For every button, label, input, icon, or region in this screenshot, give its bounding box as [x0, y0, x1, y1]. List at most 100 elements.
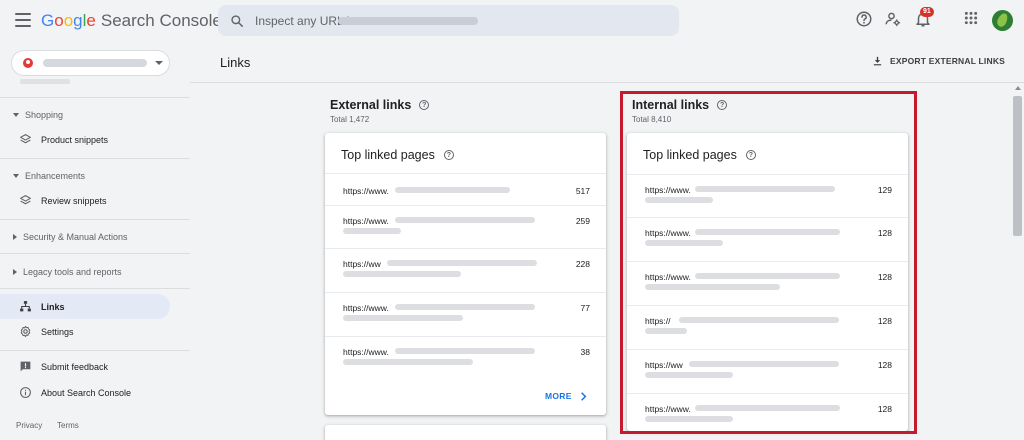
property-favicon-icon: [23, 58, 33, 68]
redacted-url: [395, 217, 535, 223]
redacted-url: [695, 405, 840, 411]
scrollbar-thumb[interactable]: [1013, 96, 1022, 236]
redacted-url: [645, 284, 780, 290]
redacted-url: [645, 240, 723, 246]
search-icon: [231, 14, 244, 27]
external-links-header: External links? Total 1,472: [330, 98, 430, 124]
sidebar-item-review-snippets[interactable]: Review snippets: [0, 188, 170, 213]
redacted-url: [395, 348, 535, 354]
table-row[interactable]: https://ww 228: [325, 248, 606, 292]
table-row[interactable]: https://www. 128: [627, 393, 908, 431]
expand-caret-icon: [13, 269, 17, 275]
property-selector[interactable]: [11, 50, 170, 76]
app-logo[interactable]: Google Search Console: [41, 11, 222, 31]
table-row[interactable]: https://www. 259: [325, 205, 606, 248]
layers-icon: [18, 133, 32, 147]
help-circle-icon[interactable]: ?: [717, 100, 728, 110]
sidebar-divider: [0, 97, 190, 98]
sidebar-item-settings[interactable]: Settings: [0, 319, 170, 344]
redacted-domain: [338, 17, 478, 25]
table-row[interactable]: https://www. 77: [325, 292, 606, 336]
account-avatar[interactable]: [992, 10, 1013, 31]
redacted-url: [645, 197, 713, 203]
layers-icon: [18, 194, 32, 208]
redacted-property-name: [43, 59, 147, 67]
sidebar-item-submit-feedback[interactable]: Submit feedback: [0, 354, 170, 379]
expand-caret-icon: [13, 234, 17, 240]
internal-links-header: Internal links? Total 8,410: [632, 98, 728, 124]
more-button[interactable]: MORE: [545, 391, 587, 401]
menu-icon[interactable]: [15, 13, 31, 27]
terms-link[interactable]: Terms: [57, 421, 79, 430]
card-title: Top linked pages: [643, 148, 737, 162]
redacted-url: [645, 372, 733, 378]
external-links-total: Total 1,472: [330, 115, 370, 124]
redacted-url: [645, 328, 687, 334]
table-row[interactable]: https://www. 128: [627, 217, 908, 261]
internal-links-title: Internal links: [632, 98, 710, 112]
card-title: Top linked pages: [341, 148, 435, 162]
privacy-link[interactable]: Privacy: [16, 421, 42, 430]
help-circle-icon[interactable]: ?: [745, 150, 756, 160]
redacted-url: [343, 315, 463, 321]
internal-top-linked-pages-card: Top linked pages? https://www. 129 https…: [627, 133, 908, 431]
internal-links-total: Total 8,410: [632, 115, 672, 124]
sidebar-section-legacy[interactable]: Legacy tools and reports: [13, 267, 122, 277]
redacted-url: [387, 260, 537, 266]
export-external-links-button[interactable]: EXPORT EXTERNAL LINKS: [872, 55, 1005, 67]
table-row[interactable]: https:// 128: [627, 305, 908, 349]
sidebar-item-product-snippets[interactable]: Product snippets: [0, 127, 170, 152]
redacted-url: [343, 271, 461, 277]
help-circle-icon[interactable]: ?: [443, 150, 454, 160]
redacted-url: [645, 416, 733, 422]
redacted-url: [679, 317, 839, 323]
sidebar-section-enhancements[interactable]: Enhancements: [13, 171, 85, 181]
info-icon: [18, 386, 32, 400]
help-icon[interactable]: [855, 10, 873, 28]
redacted-url: [695, 229, 840, 235]
gear-icon: [18, 325, 32, 339]
manage-users-icon[interactable]: [884, 10, 902, 28]
redacted-url: [395, 187, 510, 193]
help-circle-icon[interactable]: ?: [419, 100, 430, 110]
table-row[interactable]: https://ww 128: [627, 349, 908, 393]
redacted-url: [689, 361, 839, 367]
sidebar-section-security[interactable]: Security & Manual Actions: [13, 232, 128, 242]
table-row[interactable]: https://www. 38: [325, 336, 606, 380]
table-row[interactable]: https://www. 128: [627, 261, 908, 305]
header-divider: [190, 82, 1024, 83]
cropped-nav-item: [20, 79, 70, 84]
collapse-caret-icon: [13, 113, 19, 117]
scroll-up-arrow-icon[interactable]: [1015, 86, 1021, 90]
redacted-url: [343, 359, 473, 365]
redacted-url: [695, 273, 840, 279]
page-title: Links: [220, 55, 251, 70]
external-links-title: External links: [330, 98, 412, 112]
redacted-url: [695, 186, 835, 192]
chevron-right-icon: [580, 391, 587, 401]
url-inspection-search[interactable]: [218, 5, 679, 36]
external-top-linked-pages-card: Top linked pages? https://www. 517 https…: [325, 133, 606, 415]
sidebar-divider: [0, 253, 190, 254]
dropdown-caret-icon: [155, 61, 163, 65]
links-icon: [18, 300, 32, 314]
table-row[interactable]: https://www. 517: [325, 173, 606, 205]
notification-badge: 91: [920, 7, 934, 17]
sidebar-section-shopping[interactable]: Shopping: [13, 110, 63, 120]
sidebar-divider: [0, 288, 190, 289]
sidebar-item-links[interactable]: Links: [0, 294, 170, 319]
next-card-partial: [325, 425, 606, 440]
apps-grid-icon[interactable]: [963, 10, 979, 26]
app-title: Search Console: [100, 11, 222, 30]
download-icon: [873, 56, 882, 66]
top-app-bar: GoogleSearch Console 91: [0, 0, 1024, 44]
sidebar-item-about[interactable]: About Search Console: [0, 380, 170, 405]
sidebar-divider: [0, 158, 190, 159]
table-row[interactable]: https://www. 129: [627, 174, 908, 217]
sidebar-divider: [0, 219, 190, 220]
redacted-url: [395, 304, 535, 310]
feedback-icon: [18, 360, 32, 374]
sidebar-divider: [0, 350, 190, 351]
collapse-caret-icon: [13, 174, 19, 178]
redacted-url: [343, 228, 401, 234]
